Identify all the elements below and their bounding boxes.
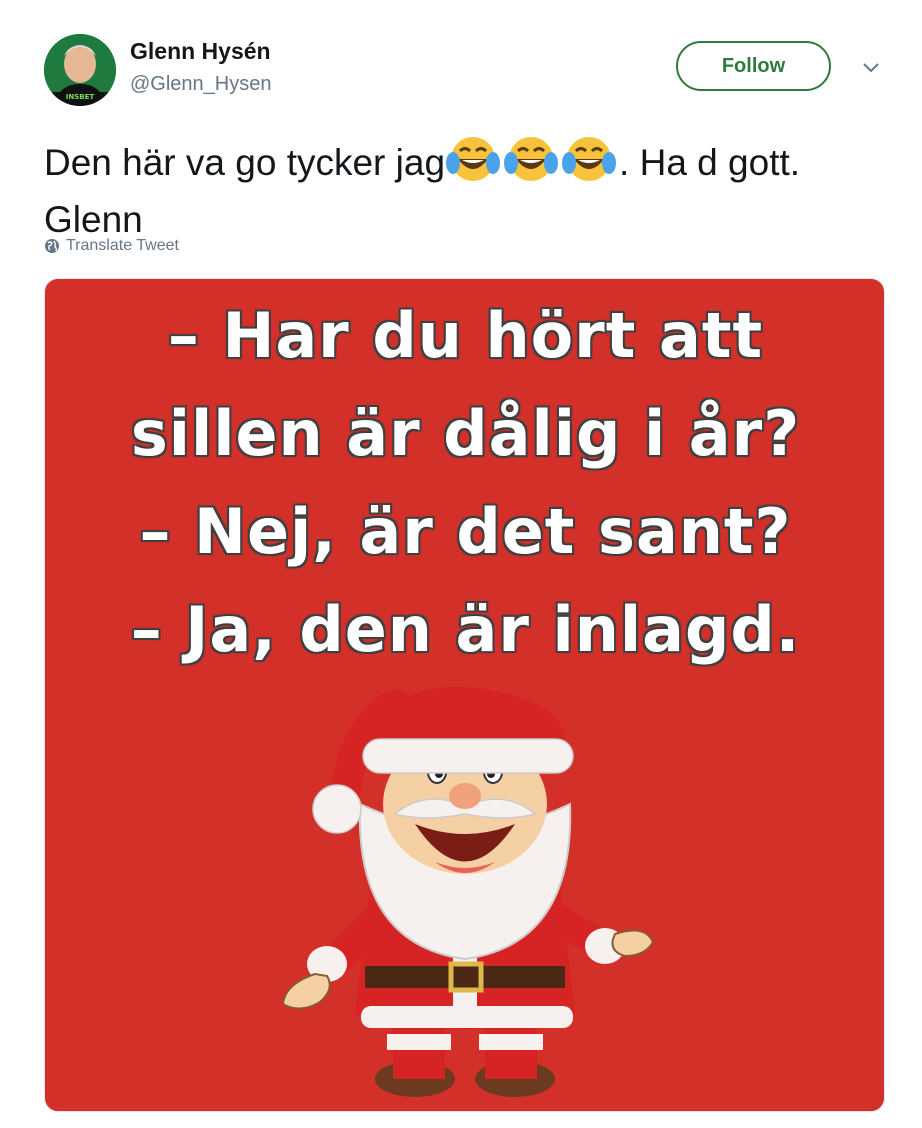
translate-tweet-link[interactable]: Translate Tweet bbox=[44, 237, 179, 255]
santa-illustration bbox=[281, 686, 655, 1097]
emoji-group bbox=[445, 133, 619, 196]
image-text-line-2: sillen är dålig i år? bbox=[130, 397, 801, 470]
image-text-line-1: – Har du hört att bbox=[167, 299, 764, 372]
face-with-tears-of-joy-icon bbox=[562, 137, 617, 181]
image-text-line-3: – Nej, är det sant? bbox=[139, 495, 792, 568]
tweet-text-start: Den här va go tycker jag bbox=[44, 142, 446, 183]
author-name[interactable]: Glenn Hysén bbox=[130, 38, 271, 65]
tweet-image[interactable]: – Har du hört att sillen är dålig i år? … bbox=[44, 278, 885, 1112]
chevron-down-icon[interactable] bbox=[860, 60, 882, 76]
tweet-text: Den här va go tycker jag. Ha d gott. Gle… bbox=[44, 133, 884, 243]
avatar-logo-text: INSBET bbox=[66, 93, 95, 101]
translate-label: Translate Tweet bbox=[66, 237, 179, 254]
image-text-line-4: – Ja, den är inlagd. bbox=[130, 593, 801, 666]
avatar[interactable]: INSBET bbox=[44, 34, 116, 106]
face-with-tears-of-joy-icon bbox=[446, 137, 501, 181]
face-with-tears-of-joy-icon bbox=[504, 137, 559, 181]
author-handle[interactable]: @Glenn_Hysen bbox=[130, 73, 271, 96]
follow-button[interactable]: Follow bbox=[676, 41, 831, 91]
globe-icon bbox=[45, 239, 59, 253]
avatar-photo: INSBET bbox=[44, 34, 116, 106]
